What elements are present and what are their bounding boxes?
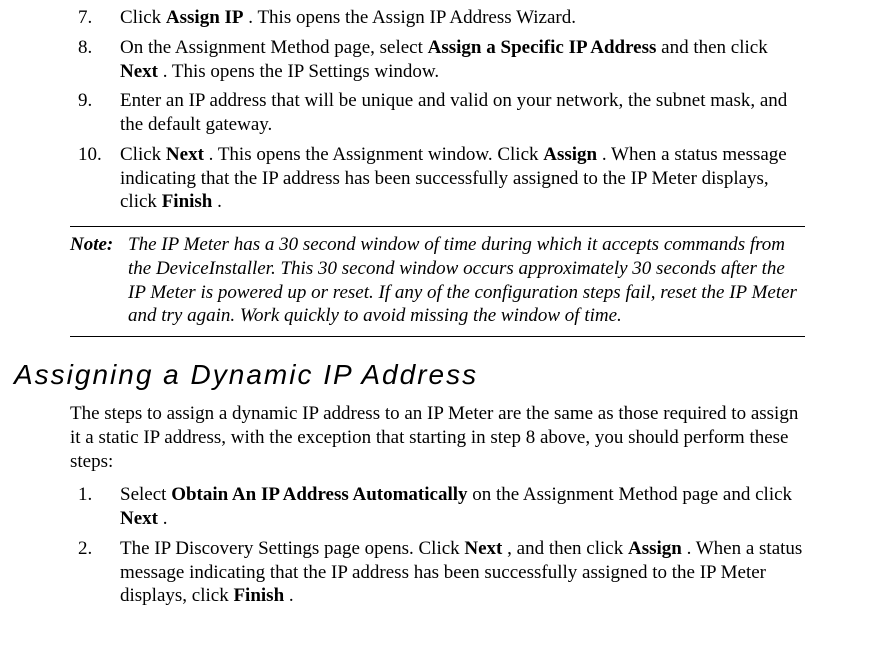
step-body: The IP Discovery Settings page opens. Cl… xyxy=(120,537,805,608)
step-number: 2. xyxy=(70,537,120,561)
section-heading: Assigning a Dynamic IP Address xyxy=(14,357,805,392)
note-body: The IP Meter has a 30 second window of t… xyxy=(128,233,805,328)
note-label: Note: xyxy=(70,233,128,257)
step-b1: 1. Select Obtain An IP Address Automatic… xyxy=(70,483,805,531)
step-9: 9. Enter an IP address that will be uniq… xyxy=(70,89,805,137)
step-b2: 2. The IP Discovery Settings page opens.… xyxy=(70,537,805,608)
step-list-b: 1. Select Obtain An IP Address Automatic… xyxy=(70,483,805,608)
step-list-a: 7. Click Assign IP . This opens the Assi… xyxy=(70,6,805,214)
step-number: 7. xyxy=(70,6,120,30)
step-8: 8. On the Assignment Method page, select… xyxy=(70,36,805,84)
note-block: Note: The IP Meter has a 30 second windo… xyxy=(70,226,805,337)
step-number: 1. xyxy=(70,483,120,507)
step-number: 10. xyxy=(70,143,120,167)
section-intro: The steps to assign a dynamic IP address… xyxy=(70,402,805,473)
step-body: Enter an IP address that will be unique … xyxy=(120,89,805,137)
step-10: 10. Click Next . This opens the Assignme… xyxy=(70,143,805,214)
step-body: Click Assign IP . This opens the Assign … xyxy=(120,6,805,30)
step-body: Select Obtain An IP Address Automaticall… xyxy=(120,483,805,531)
step-body: Click Next . This opens the Assignment w… xyxy=(120,143,805,214)
step-number: 8. xyxy=(70,36,120,60)
step-7: 7. Click Assign IP . This opens the Assi… xyxy=(70,6,805,30)
step-number: 9. xyxy=(70,89,120,113)
step-body: On the Assignment Method page, select As… xyxy=(120,36,805,84)
